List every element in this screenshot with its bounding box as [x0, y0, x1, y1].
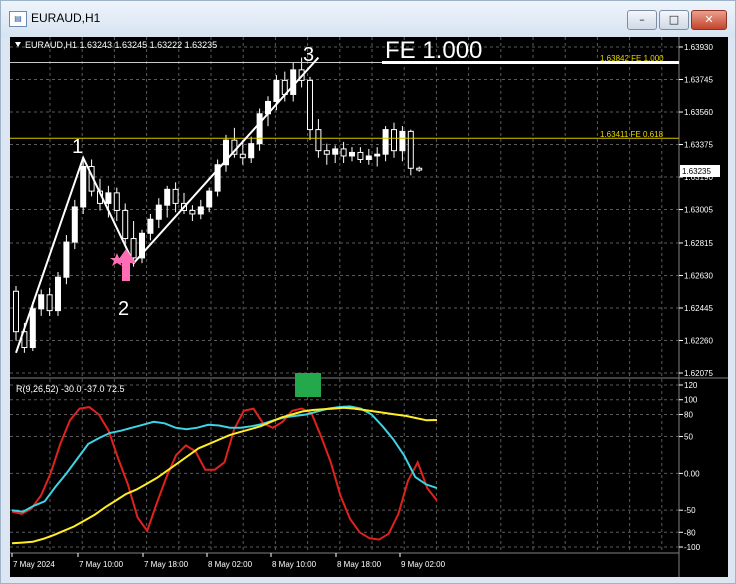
title-bar[interactable]: ▤ EURAUD,H1 – □ ✕: [1, 1, 735, 37]
candle-body: [63, 241, 70, 278]
indicator-tick-label: 0.00: [684, 469, 700, 478]
maximize-button[interactable]: □: [659, 10, 689, 30]
price-tick-label: 1.63560: [684, 108, 713, 117]
wave-label-3: 3: [303, 44, 314, 66]
indicator-tick-label: 120: [684, 381, 698, 390]
wave-label-1: 1: [72, 136, 83, 158]
candle-body: [80, 166, 87, 208]
candle-body: [374, 153, 381, 157]
time-tick-label: 8 May 02:00: [208, 560, 253, 569]
candle-body: [307, 79, 313, 131]
candle-body: [155, 204, 162, 220]
time-tick-label: 8 May 10:00: [272, 560, 317, 569]
chart-area[interactable]: 1.63930 1.63745 1.63560 1.63375 1.63190 1.630…: [10, 37, 728, 577]
minimize-button[interactable]: –: [627, 10, 657, 30]
candle-body: [273, 79, 280, 102]
indicator-tick-label: -50: [684, 506, 696, 515]
price-tick-label: 1.63005: [684, 206, 713, 215]
indicator-header: R(9,26,52) -30.0 -37.0 72.5: [16, 384, 125, 394]
indicator-tick-label: -80: [684, 528, 696, 537]
candle-body: [248, 143, 255, 159]
indicator-tick-label: 100: [684, 396, 698, 405]
candle-body: [332, 148, 339, 155]
candle-body: [105, 192, 112, 204]
candle-body: [71, 206, 78, 243]
fe-title: FE 1.000: [385, 37, 482, 64]
candle-body: [391, 129, 397, 152]
candle-body: [13, 290, 19, 333]
wave-label-2: 2: [118, 298, 129, 320]
candle-body: [55, 276, 61, 312]
price-tick-label: 1.63375: [684, 141, 713, 150]
chart-window: ▤ EURAUD,H1 – □ ✕ 1.63930 1.63745 1.63560 1…: [0, 0, 736, 584]
time-tick-label: 9 May 02:00: [401, 560, 446, 569]
chart-svg[interactable]: 1.639301.637451.635601.633751.631901.630…: [10, 37, 728, 577]
candle-body: [323, 150, 330, 155]
fe-0618-label: 1.63411 FE 0.618: [600, 130, 664, 139]
candle-body: [382, 129, 389, 155]
candle-body: [407, 130, 414, 169]
price-tick-label: 1.62260: [684, 336, 713, 345]
candle-body: [239, 153, 246, 159]
candle-body: [315, 129, 322, 152]
window-title: EURAUD,H1: [31, 11, 101, 25]
price-tick-label: 1.62075: [684, 369, 713, 378]
time-tick-label: 8 May 18:00: [337, 560, 382, 569]
price-tick-label: 1.62815: [684, 239, 713, 248]
candle-body: [46, 294, 53, 312]
candle-body: [130, 238, 137, 259]
price-tick-label: 1.63930: [684, 43, 713, 52]
chart-window-icon: ▤: [9, 11, 27, 27]
price-tick-label: 1.62445: [684, 304, 713, 313]
price-tick-label: 1.63745: [684, 76, 713, 85]
fe-1000-label: 1.63842 FE 1.000: [600, 54, 664, 63]
price-panel-header: EURAUD,H1 1.63243 1.63245 1.63222 1.6323…: [25, 40, 217, 50]
candle-body: [197, 206, 204, 215]
close-button[interactable]: ✕: [691, 10, 727, 30]
candle-body: [164, 188, 171, 206]
candle-body: [340, 148, 347, 157]
candle-body: [206, 190, 213, 208]
candle-body: [122, 209, 129, 240]
time-tick-label: 7 May 18:00: [144, 560, 189, 569]
price-tick-label: 1.62630: [684, 271, 713, 280]
candle-body: [189, 209, 196, 215]
candle-body: [147, 218, 154, 234]
time-tick-label: 7 May 2024: [13, 560, 55, 569]
candle-body: [256, 113, 263, 145]
candle-body: [113, 192, 120, 211]
time-tick-label: 7 May 10:00: [79, 560, 124, 569]
indicator-tick-label: -100: [684, 543, 701, 552]
candle-body: [357, 151, 364, 160]
indicator-tick-label: 50: [684, 433, 693, 442]
candle-body: [172, 188, 179, 204]
candle-body: [38, 294, 45, 310]
candle-body: [365, 155, 372, 160]
candle-body: [349, 151, 355, 157]
candle-body: [416, 167, 423, 171]
current-price-label: 1.63235: [682, 167, 711, 176]
indicator-tick-label: 80: [684, 410, 693, 419]
candle-body: [29, 308, 36, 349]
signal-box: [295, 373, 321, 397]
candle-body: [399, 130, 406, 152]
